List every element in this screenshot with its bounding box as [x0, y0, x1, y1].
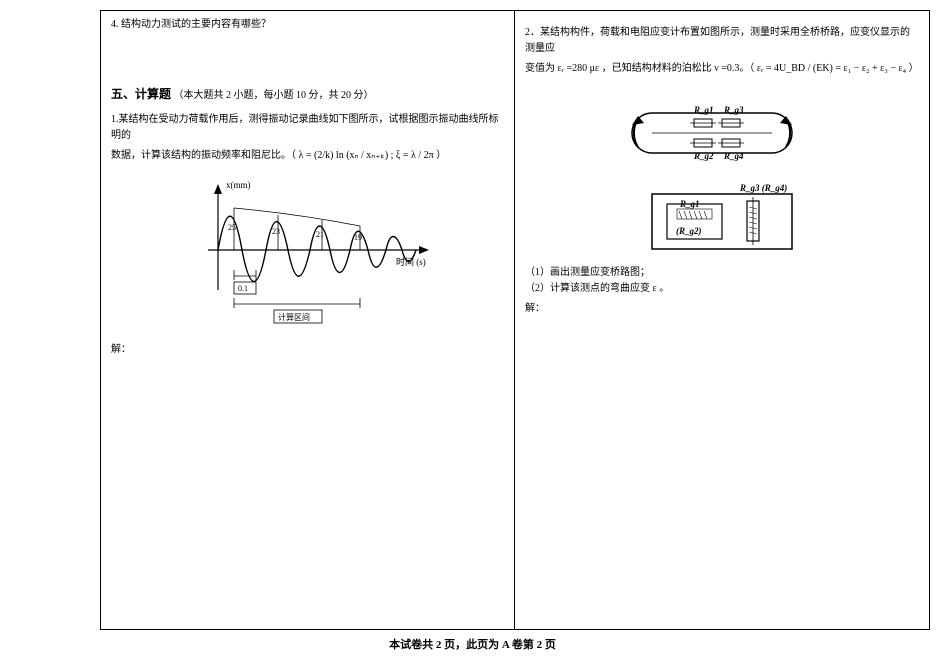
exam-page: 4. 结构动力测试的主要内容有哪些？ 五、计算题 （本大题共 2 小题，每小题 …	[100, 10, 930, 630]
question-2-line1: 2．某结构构件，荷载和电阻应变计布置如图所示，测量时采用全桥桥路，应变仪显示的测…	[525, 25, 919, 57]
question-2-sub1: （1）画出测量应变桥路图；	[525, 265, 919, 281]
gauge-label-4: R_g4	[723, 151, 744, 161]
section-5-header: 五、计算题 （本大题共 2 小题，每小题 10 分，共 20 分）	[111, 85, 504, 104]
x-axis-label: 时间 (s)	[396, 256, 426, 267]
peak-2: 23	[272, 227, 280, 236]
question-1-line2: 数据，计算该结构的振动频率和阻尼比。（ λ = (2/k) ln (xₙ / x…	[111, 148, 504, 164]
peak-3: 21	[316, 230, 324, 239]
peak-1: 25	[228, 223, 236, 232]
dt-label: 0.1	[238, 284, 248, 293]
question-4: 4. 结构动力测试的主要内容有哪些？	[111, 17, 504, 33]
box-top-label: R_g1	[679, 199, 700, 209]
section-5-title: 五、计算题	[111, 87, 171, 101]
gauge-label-1: R_g1	[693, 105, 714, 115]
page-footer: 本试卷共 2 页，此页为 A 卷第 2 页	[0, 636, 945, 652]
box-bot-label: (R_g2)	[676, 226, 702, 236]
q1-solve-label: 解：	[111, 342, 504, 358]
y-axis-label: x(mm)	[226, 180, 251, 190]
right-column: 2．某结构构件，荷载和电阻应变计布置如图所示，测量时采用全桥桥路，应变仪显示的测…	[515, 11, 929, 629]
oscillation-figure: x(mm) 时间 (s) 25 23 21 19	[178, 170, 438, 330]
box-right-label: R_g3 (R_g4)	[739, 183, 787, 193]
question-2-line2: 变值为 εᵣ =280 με ，已知结构材料的泊松比 ν =0.3。（ εᵣ =…	[525, 61, 919, 77]
gauge-label-2: R_g2	[693, 151, 714, 161]
span-label: 计算区间	[278, 312, 310, 322]
left-column: 4. 结构动力测试的主要内容有哪些？ 五、计算题 （本大题共 2 小题，每小题 …	[101, 11, 515, 629]
peak-4: 19	[354, 233, 362, 242]
section-5-note: （本大题共 2 小题，每小题 10 分，共 20 分）	[174, 90, 374, 101]
question-2-sub2: （2）计算该测点的弯曲应变 ε 。	[525, 281, 919, 297]
beam-figure: R_g1 R_g3 R_g2 R_g4	[602, 83, 842, 173]
cross-section-figure: R_g1 (R_g2) R_g3 (R_g4)	[622, 179, 822, 259]
question-1-line1: 1.某结构在受动力荷载作用后，测得振动记录曲线如下图所示，试根据图示振动曲线所标…	[111, 112, 504, 144]
gauge-label-3: R_g3	[723, 105, 744, 115]
q2-solve-label: 解：	[525, 301, 919, 317]
